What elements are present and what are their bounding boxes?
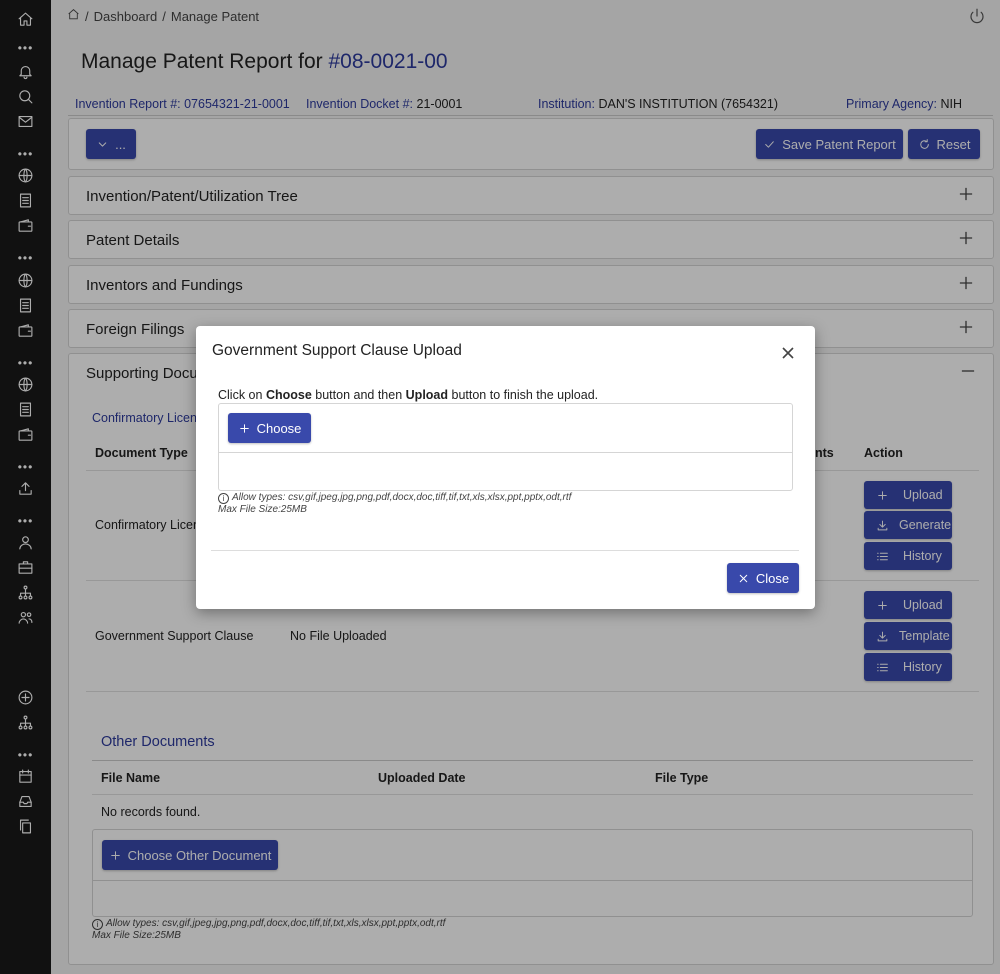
allow-types-text: Allow types: csv,gif,jpeg,jpg,png,pdf,do… [232,492,572,503]
instr-choose: Choose [265,388,312,402]
info-icon: i [218,493,229,504]
file-type-note: i Allow types: csv,gif,jpeg,jpg,png,pdf,d… [218,492,571,516]
dialog-title: Government Support Clause Upload [212,342,462,359]
divider [211,550,799,551]
max-size-text: Max File Size:25MB [218,504,307,515]
plus-icon [239,423,249,433]
file-upload-box[interactable]: Choose [218,403,793,491]
instr-upload: Upload [405,388,449,402]
upload-dialog: Government Support Clause Upload Click o… [196,326,815,609]
close-button[interactable]: Close [727,563,799,593]
instr-text: button to finish the upload. [451,388,599,402]
choose-button[interactable]: Choose [228,413,311,443]
choose-label: Choose [256,420,302,436]
dialog-instructions: Click on Choose button and then Upload b… [218,388,598,402]
instr-text: button and then [315,388,403,402]
close-label: Close [755,570,790,586]
divider [219,452,792,453]
close-icon[interactable] [781,346,795,360]
close-icon [739,574,748,582]
instr-text: Click on [218,388,263,402]
